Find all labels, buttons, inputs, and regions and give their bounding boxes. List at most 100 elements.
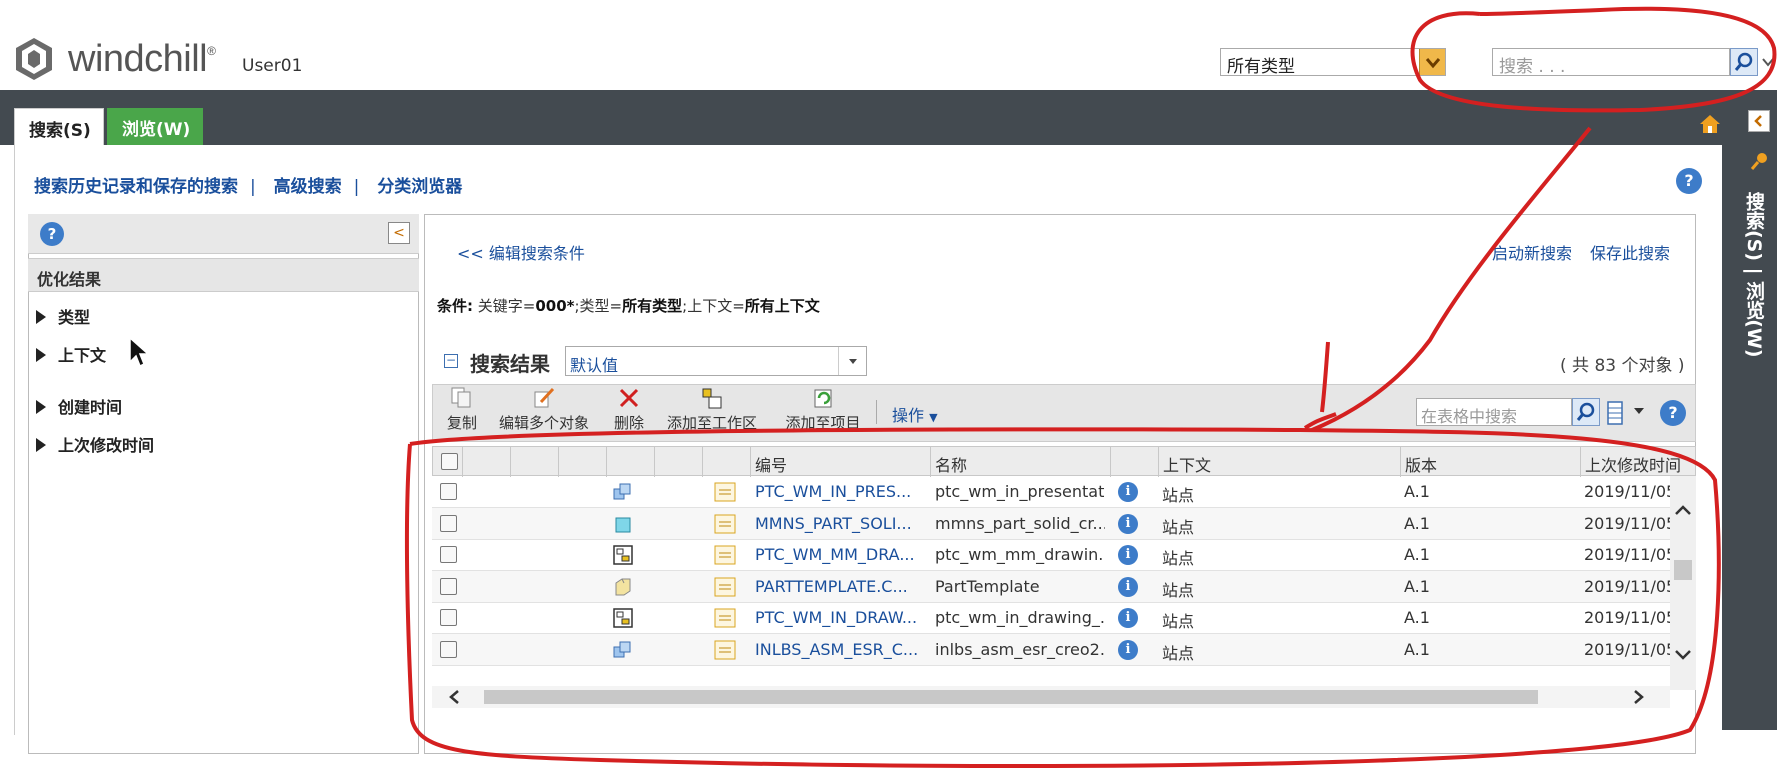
edit-multiple-button[interactable]: 编辑多个对象 xyxy=(494,386,594,433)
row-context: 站点 xyxy=(1162,643,1195,663)
add-to-project-button[interactable]: 添加至项目 xyxy=(780,386,866,433)
chevron-down-icon[interactable] xyxy=(838,347,866,375)
edit-criteria-link[interactable]: << 编辑搜索条件 xyxy=(457,240,585,264)
search-options-chevron-icon[interactable] xyxy=(1759,48,1777,76)
row-name: ptc_wm_mm_drawin... xyxy=(935,545,1105,564)
drawing-icon[interactable] xyxy=(612,607,634,629)
document-format-icon[interactable] xyxy=(714,544,736,566)
copy-icon xyxy=(451,387,471,408)
row-modified: 2019/11/05 xyxy=(1584,513,1677,533)
facet-modified[interactable]: 上次修改时间 xyxy=(36,432,154,456)
search-icon[interactable] xyxy=(1730,48,1758,76)
info-icon[interactable]: i xyxy=(1118,545,1138,565)
search-nav-links: 搜索历史记录和保存的搜索 | 高级搜索 | 分类浏览器 xyxy=(34,172,474,197)
table-search-input[interactable]: 在表格中搜索 xyxy=(1416,398,1572,426)
search-icon[interactable] xyxy=(1572,398,1600,426)
collapse-panel-icon[interactable]: < xyxy=(388,222,410,244)
document-format-icon[interactable] xyxy=(714,513,736,535)
info-icon[interactable]: i xyxy=(1118,639,1138,660)
table-header: 编号 名称 上下文 版本 上次修改时间 xyxy=(432,446,1697,477)
row-checkbox[interactable] xyxy=(440,640,457,658)
document-format-icon[interactable] xyxy=(714,639,736,661)
save-search-link[interactable]: 保存此搜索 xyxy=(1590,240,1670,264)
tab-search[interactable]: 搜索(S) xyxy=(14,108,104,145)
part-template-icon[interactable] xyxy=(612,576,634,598)
row-checkbox[interactable] xyxy=(440,577,457,595)
row-context: 站点 xyxy=(1162,580,1195,600)
collapse-navigator-icon[interactable] xyxy=(1748,110,1770,132)
row-checkbox[interactable] xyxy=(440,609,457,626)
table-row[interactable]: INLBS_ASM_ESR_C... inlbs_asm_esr_creo2...… xyxy=(432,633,1676,666)
row-number-link[interactable]: MMNS_PART_SOLI... xyxy=(755,514,925,533)
operations-menu[interactable]: 操作 ▼ xyxy=(892,402,938,426)
home-icon[interactable] xyxy=(1698,112,1722,136)
tab-browse[interactable]: 浏览(W) xyxy=(107,108,203,145)
column-chooser-chevron-icon[interactable] xyxy=(1634,408,1644,414)
table-row[interactable]: PTC_WM_IN_DRAW... ptc_wm_in_drawing_... i 站… xyxy=(432,602,1676,634)
windchill-logo-icon xyxy=(16,38,52,80)
link-search-history[interactable]: 搜索历史记录和保存的搜索 xyxy=(34,177,238,197)
row-number-link[interactable]: PTC_WM_MM_DRA... xyxy=(755,545,925,564)
chevron-down-icon[interactable] xyxy=(1419,49,1445,75)
row-checkbox[interactable] xyxy=(440,546,457,563)
help-icon[interactable]: ? xyxy=(1676,168,1702,194)
column-header-blank xyxy=(655,447,703,477)
drawing-icon[interactable] xyxy=(612,544,634,566)
facet-context[interactable]: 上下文 xyxy=(36,342,106,366)
select-all-checkbox[interactable] xyxy=(441,453,458,470)
assembly-icon[interactable] xyxy=(612,639,634,661)
copy-button[interactable]: 复制 xyxy=(442,386,482,433)
table-row[interactable]: PTC_WM_MM_DRA... ptc_wm_mm_drawin... i 站点 A.… xyxy=(432,539,1676,571)
delete-button[interactable]: 删除 xyxy=(608,386,650,433)
expand-triangle-icon xyxy=(36,310,46,324)
column-header-context[interactable]: 上下文 xyxy=(1159,447,1401,477)
row-checkbox[interactable] xyxy=(440,514,457,532)
table-row[interactable]: MMNS_PART_SOLI... mmns_part_solid_cr... i 站… xyxy=(432,507,1676,540)
info-icon[interactable]: i xyxy=(1118,513,1138,534)
new-search-link[interactable]: 启动新搜索 xyxy=(1492,240,1572,264)
row-number-link[interactable]: PTC_WM_IN_DRAW... xyxy=(755,608,925,627)
row-checkbox[interactable] xyxy=(440,483,457,500)
row-version: A.1 xyxy=(1404,576,1430,596)
row-context: 站点 xyxy=(1162,486,1195,505)
document-format-icon[interactable] xyxy=(714,576,736,598)
help-icon[interactable]: ? xyxy=(40,222,64,246)
column-header-blank xyxy=(463,447,511,477)
vertical-navigator-label[interactable]: 搜索(S) | 浏览(W) xyxy=(1738,192,1768,372)
brand-name: windchill® xyxy=(68,38,216,80)
column-header-number[interactable]: 编号 xyxy=(751,447,931,477)
column-header-name[interactable]: 名称 xyxy=(931,447,1111,477)
row-number-link[interactable]: PTC_WM_IN_PRES... xyxy=(755,482,925,501)
table-row[interactable]: PARTTEMPLATE.C... PartTemplate i 站点 A.1 2019/… xyxy=(432,570,1676,603)
add-to-workspace-button[interactable]: 添加至工作区 xyxy=(662,386,762,433)
horizontal-scroll-thumb[interactable] xyxy=(484,690,1538,704)
column-header-type xyxy=(607,447,655,477)
search-panel-icon[interactable] xyxy=(1748,150,1770,172)
part-icon[interactable] xyxy=(612,513,634,535)
facet-type[interactable]: 类型 xyxy=(36,304,90,328)
row-number-link[interactable]: PARTTEMPLATE.C... xyxy=(755,577,925,596)
column-chooser-icon[interactable] xyxy=(1606,400,1624,426)
info-icon[interactable]: i xyxy=(1118,482,1138,502)
info-icon[interactable]: i xyxy=(1118,608,1138,628)
column-header-version[interactable]: 版本 xyxy=(1401,447,1581,477)
table-view-select[interactable]: 默认值 xyxy=(565,346,867,376)
link-classification-browser[interactable]: 分类浏览器 xyxy=(377,177,462,197)
facet-created[interactable]: 创建时间 xyxy=(36,394,122,418)
collapse-results-icon[interactable]: − xyxy=(444,354,458,368)
link-advanced-search[interactable]: 高级搜索 xyxy=(274,177,342,197)
info-icon[interactable]: i xyxy=(1118,576,1138,597)
type-select[interactable]: 所有类型 xyxy=(1220,48,1446,77)
vertical-scroll-thumb[interactable] xyxy=(1674,560,1692,580)
document-format-icon[interactable] xyxy=(714,481,736,503)
divider: | xyxy=(353,177,360,197)
vertical-scrollbar[interactable] xyxy=(1670,476,1696,690)
row-version: A.1 xyxy=(1404,608,1430,627)
table-row[interactable]: PTC_WM_IN_PRES... ptc_wm_in_presentat... i… xyxy=(432,476,1676,508)
column-header-modified[interactable]: 上次修改时间 xyxy=(1581,447,1697,477)
help-icon[interactable]: ? xyxy=(1660,400,1686,426)
row-number-link[interactable]: INLBS_ASM_ESR_C... xyxy=(755,640,925,659)
global-search-input[interactable]: 搜索 . . . xyxy=(1492,48,1730,77)
document-format-icon[interactable] xyxy=(714,607,736,629)
assembly-icon[interactable] xyxy=(612,481,634,503)
